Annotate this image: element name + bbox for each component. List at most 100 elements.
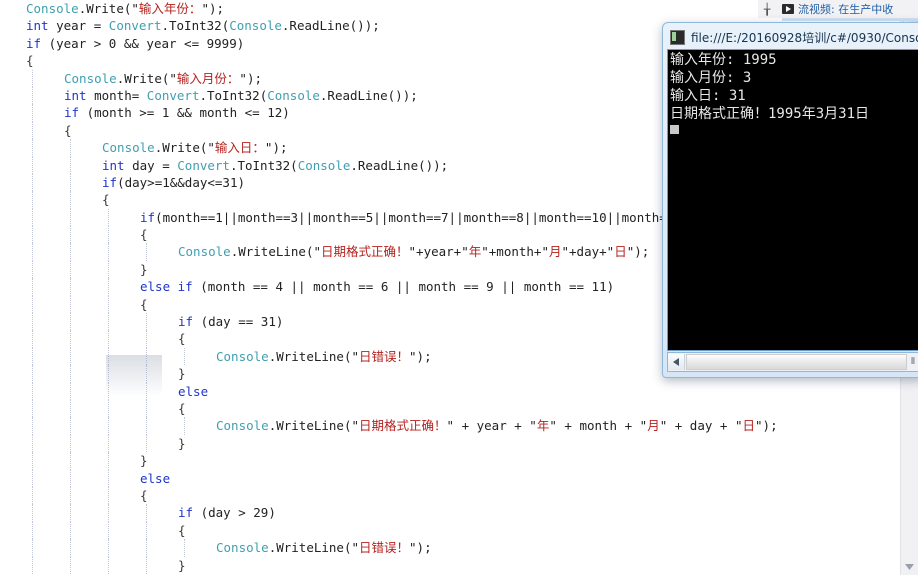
code-token: } bbox=[140, 261, 148, 277]
console-output-area[interactable]: 输入年份: 1995 输入月份: 3 输入日: 31 日期格式正确！1995年3… bbox=[667, 49, 918, 351]
code-token: { bbox=[140, 296, 148, 312]
code-token: (day>=1&&day<=31) bbox=[117, 174, 245, 190]
code-line-text: { bbox=[64, 122, 72, 139]
indent-guide bbox=[70, 191, 72, 209]
code-line-text: } bbox=[140, 261, 148, 278]
indent-guide bbox=[32, 173, 34, 192]
code-line-text: { bbox=[102, 191, 110, 208]
indent-guide bbox=[146, 313, 148, 331]
code-token: (month==1||month==3||month==5||month==7|… bbox=[155, 209, 697, 225]
console-output-text: 输入年份: 1995 输入月份: 3 输入日: 31 日期格式正确！1995年3… bbox=[670, 52, 870, 122]
code-token: "); bbox=[239, 70, 262, 86]
code-line: { bbox=[0, 486, 778, 505]
code-line-text: } bbox=[178, 557, 186, 574]
indent-guide bbox=[108, 417, 110, 435]
indent-guide bbox=[108, 330, 110, 348]
indent-guide bbox=[70, 226, 72, 244]
indent-guide bbox=[146, 539, 148, 557]
code-token: { bbox=[26, 53, 34, 69]
code-line: { bbox=[0, 295, 778, 314]
code-line-text: Console.WriteLine("日期格式正确！" + year + "年"… bbox=[216, 417, 778, 434]
code-token: "+month+" bbox=[481, 244, 549, 260]
triangle-left-icon[interactable] bbox=[668, 354, 685, 370]
code-token: else bbox=[140, 470, 171, 486]
code-line-text: else bbox=[140, 470, 170, 487]
indent-guide bbox=[184, 539, 186, 557]
indent-guide bbox=[70, 382, 72, 400]
code-token: 日 bbox=[614, 244, 627, 260]
code-token: { bbox=[178, 522, 186, 538]
code-token: Console bbox=[102, 140, 155, 156]
indent-guide bbox=[184, 347, 186, 366]
video-toast-label: 流视频: 在生产中收 bbox=[798, 3, 894, 16]
code-line: if (day > 29) bbox=[0, 504, 778, 522]
indent-guide bbox=[108, 208, 110, 227]
indent-guide bbox=[70, 469, 72, 487]
code-line: Console.Write("输入日："); bbox=[0, 139, 778, 157]
code-token: { bbox=[140, 487, 148, 503]
resize-grip-icon[interactable]: ⦀ bbox=[908, 354, 918, 370]
code-token: "+day+" bbox=[561, 244, 615, 260]
code-token: else bbox=[178, 383, 209, 399]
code-token: .WriteLine(" bbox=[268, 418, 359, 434]
code-line-text: } bbox=[178, 365, 186, 382]
code-line-text: if (day == 31) bbox=[178, 313, 283, 330]
video-toast-underline bbox=[782, 18, 918, 21]
indent-guide bbox=[70, 330, 72, 348]
code-token: month= bbox=[86, 87, 147, 103]
indent-guide bbox=[32, 121, 34, 140]
code-token: .ReadLine()); bbox=[350, 157, 449, 173]
code-line: } bbox=[0, 556, 778, 574]
code-token: Console bbox=[26, 1, 79, 16]
indent-guide bbox=[32, 452, 34, 470]
code-text-area[interactable]: Console.Write("输入年份："); int year = Conver… bbox=[0, 0, 778, 574]
console-title-bar[interactable]: file:///E:/20160928培训/c#/0930/Conso bbox=[666, 26, 918, 48]
code-line-text: { bbox=[140, 487, 148, 504]
code-line-text: if(day>=1&&day<=31) bbox=[102, 174, 245, 191]
indent-guide bbox=[70, 434, 72, 453]
console-window-frame[interactable]: file:///E:/20160928培训/c#/0930/Conso 输入年份… bbox=[662, 22, 918, 378]
code-token: Console bbox=[216, 418, 269, 434]
code-line: } bbox=[0, 434, 778, 453]
indent-guide bbox=[108, 226, 110, 244]
code-token: (" bbox=[123, 1, 139, 16]
code-line: if(month==1||month==3||month==5||month==… bbox=[0, 208, 778, 227]
code-token: (month >= 1 && month <= 12) bbox=[79, 105, 290, 121]
indent-guide bbox=[108, 556, 110, 574]
code-line: if(day>=1&&day<=31) bbox=[0, 173, 778, 192]
code-token: { bbox=[102, 192, 110, 208]
video-toast[interactable]: 流视频: 在生产中收 bbox=[782, 1, 893, 17]
code-line-text: else if (month == 4 || month == 6 || mon… bbox=[140, 278, 614, 295]
code-token: if bbox=[178, 314, 194, 330]
top-strip: ╁ 流视频: 在生产中收 bbox=[758, 0, 918, 21]
code-line-text: Console.Write("输入年份："); bbox=[26, 0, 224, 17]
code-token: 日 bbox=[742, 418, 756, 434]
indent-guide bbox=[146, 521, 148, 540]
indent-guide bbox=[32, 278, 34, 296]
code-token: 年 bbox=[468, 244, 482, 260]
code-line: { bbox=[0, 521, 778, 540]
code-token: (month == 4 || month == 6 || month == 9 … bbox=[192, 279, 615, 295]
code-token: .WriteLine(" bbox=[268, 348, 359, 364]
indent-guide bbox=[32, 504, 34, 522]
code-token: .WriteLine(" bbox=[268, 540, 359, 556]
console-hscroll-thumb[interactable] bbox=[686, 354, 907, 370]
console-window-shadow bbox=[106, 355, 162, 397]
indent-guide bbox=[32, 521, 34, 540]
console-horizontal-scrollbar[interactable]: ⦀ bbox=[667, 352, 918, 372]
code-line: Console.WriteLine("日错误！"); bbox=[0, 539, 778, 557]
code-token: Convert bbox=[108, 18, 162, 34]
indent-guide bbox=[32, 243, 34, 261]
code-token: 输入月份： bbox=[176, 70, 240, 86]
code-line-text: } bbox=[178, 435, 186, 452]
indent-guide bbox=[108, 452, 110, 470]
code-token: "+year+" bbox=[408, 244, 469, 260]
chevron-down-icon[interactable] bbox=[901, 558, 918, 575]
indent-guide bbox=[32, 382, 34, 400]
indent-guide bbox=[108, 539, 110, 557]
console-window[interactable]: file:///E:/20160928培训/c#/0930/Conso 输入年份… bbox=[662, 22, 918, 378]
indent-guide bbox=[70, 417, 72, 435]
code-line-text: { bbox=[178, 522, 186, 539]
split-view-icon[interactable]: ╁ bbox=[758, 1, 776, 18]
indent-guide bbox=[146, 556, 148, 574]
